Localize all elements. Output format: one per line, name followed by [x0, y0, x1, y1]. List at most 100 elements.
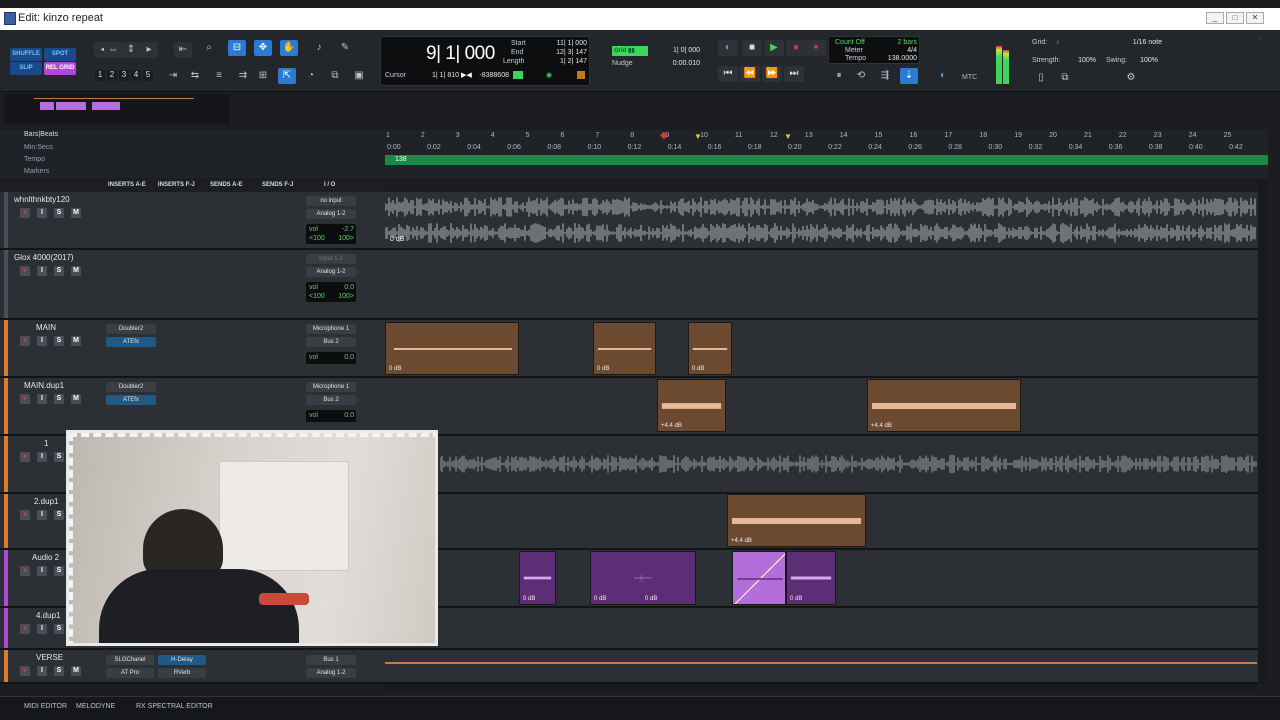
- track-output[interactable]: Bus 2: [306, 395, 356, 405]
- audio-clip[interactable]: +4.4 dB: [657, 379, 726, 432]
- grid-toggle[interactable]: Grid ▮▮: [612, 46, 648, 56]
- insert-slot[interactable]: ATEfx: [106, 337, 156, 347]
- track-output[interactable]: Analog 1-2: [306, 209, 356, 219]
- mute-button[interactable]: M: [71, 336, 81, 346]
- close-button[interactable]: ✕: [1246, 12, 1264, 24]
- search-icon[interactable]: ⌕: [200, 40, 218, 56]
- solo-button[interactable]: S: [54, 266, 64, 276]
- track-name[interactable]: MAIN: [36, 323, 56, 332]
- track-input[interactable]: Input 1-2: [306, 254, 356, 264]
- link-icon[interactable]: ⧉: [1056, 70, 1074, 86]
- audio-clip[interactable]: 0 dB: [385, 322, 519, 375]
- tab-rx-spectral-editor[interactable]: RX SPECTRAL EDITOR: [136, 703, 213, 710]
- mute-button[interactable]: M: [71, 266, 81, 276]
- strength-value[interactable]: 100%: [1074, 57, 1096, 64]
- trim-tool-icon[interactable]: ⊟: [228, 40, 246, 56]
- mute-button[interactable]: M: [71, 666, 81, 676]
- insert-slot[interactable]: SLGChanel: [106, 655, 154, 665]
- solo-button[interactable]: S: [54, 336, 64, 346]
- insert-slot[interactable]: H-Delay: [158, 655, 206, 665]
- input-monitor-button[interactable]: I: [37, 336, 47, 346]
- stop-icon[interactable]: ■: [742, 40, 762, 56]
- count-off-label[interactable]: Count Off: [835, 39, 865, 46]
- record-arm-icon[interactable]: ■: [806, 40, 826, 56]
- selection-end-marker[interactable]: ▼: [784, 132, 792, 141]
- zoom-preset-1[interactable]: 1: [95, 70, 105, 81]
- input-monitor-button[interactable]: I: [37, 666, 47, 676]
- collapse-icon[interactable]: ◌: [1258, 36, 1262, 43]
- record-enable-button[interactable]: ●: [20, 566, 30, 576]
- main-counter-value[interactable]: 9| 1| 000: [426, 43, 495, 65]
- tab-to-transient-icon[interactable]: ⇥: [164, 68, 182, 84]
- commands-focus-icon[interactable]: ⧉: [326, 68, 344, 84]
- link-timeline-icon[interactable]: ⇆: [186, 68, 204, 84]
- tab-melodyne[interactable]: MELODYNE: [76, 703, 115, 710]
- clip-gain-label[interactable]: 0 dB: [390, 236, 404, 243]
- swing-value[interactable]: 100%: [1136, 57, 1158, 64]
- midi-merge-icon[interactable]: ◐: [934, 68, 952, 84]
- tempo-value[interactable]: 138.0000: [879, 55, 917, 62]
- track-name[interactable]: Glox 4000(2017): [14, 253, 74, 262]
- solo-button[interactable]: S: [54, 452, 64, 462]
- record-mode-icon[interactable]: [577, 71, 585, 79]
- insertion-follows-icon[interactable]: ⇉: [234, 68, 252, 84]
- record-enable-button[interactable]: ●: [20, 394, 30, 404]
- link-track-icon[interactable]: ≡: [210, 68, 228, 84]
- zoom-in-icon[interactable]: ▸: [140, 42, 158, 58]
- insert-slot[interactable]: Doubler2: [106, 324, 156, 334]
- track-output[interactable]: Analog 1-2: [306, 267, 356, 277]
- grid-value[interactable]: 1| 0| 000: [654, 47, 700, 54]
- mute-button[interactable]: M: [71, 394, 81, 404]
- horizontal-zoom-icon[interactable]: ⇔: [104, 42, 122, 58]
- track-name[interactable]: 2.dup1: [34, 497, 58, 506]
- record-enable-button[interactable]: ●: [20, 208, 30, 218]
- mirror-midi-icon[interactable]: ⊞: [254, 68, 272, 84]
- track-name[interactable]: whnlthnkbty120: [14, 195, 70, 204]
- solo-button[interactable]: S: [54, 666, 64, 676]
- playhead-icon[interactable]: ◆: [660, 130, 668, 141]
- track-name[interactable]: VERSE: [36, 653, 63, 662]
- gear-icon[interactable]: ⚙: [1122, 70, 1140, 86]
- selector-tool-icon[interactable]: ✥: [254, 40, 272, 56]
- track-name[interactable]: 4.dup1: [36, 611, 60, 620]
- track-name[interactable]: MAIN.dup1: [24, 381, 64, 390]
- selection-start-marker[interactable]: ▼: [694, 132, 702, 141]
- automation-follows-icon[interactable]: ⇱: [278, 68, 296, 84]
- scrubber-tool-icon[interactable]: ♪: [310, 40, 328, 56]
- horizontal-scrollbar[interactable]: [385, 684, 1257, 692]
- fast-forward-icon[interactable]: ⏩: [762, 66, 782, 82]
- volume-pan-box[interactable]: vol 0.0 <100 100>: [306, 282, 356, 302]
- start-value[interactable]: 11| 1| 000: [541, 40, 587, 47]
- pencil-tool-icon[interactable]: ✎: [336, 40, 354, 56]
- solo-button[interactable]: S: [54, 624, 64, 634]
- loop-playback-icon[interactable]: ⏸: [830, 68, 848, 84]
- grabber-tool-icon[interactable]: ✋: [280, 40, 298, 56]
- volume-automation-line[interactable]: [385, 662, 1257, 664]
- selected-audio-clip[interactable]: [732, 551, 786, 605]
- input-monitor-button[interactable]: I: [37, 266, 47, 276]
- input-monitor-button[interactable]: I: [37, 510, 47, 520]
- solo-button[interactable]: S: [54, 510, 64, 520]
- insert-slot[interactable]: AT Pro: [106, 668, 154, 678]
- track-name[interactable]: 1: [44, 439, 48, 448]
- track-output[interactable]: Bus 2: [306, 337, 356, 347]
- slip-mode-button[interactable]: SLIP: [10, 62, 42, 75]
- record-enable-button[interactable]: ●: [20, 336, 30, 346]
- grid-panel-value[interactable]: 1/16 note: [1106, 39, 1162, 46]
- record-enable-button[interactable]: ●: [20, 266, 30, 276]
- record-enable-button[interactable]: ●: [20, 666, 30, 676]
- tempo-marker[interactable]: 138: [395, 156, 407, 163]
- audio-clip[interactable]: +4.4 dB: [867, 379, 1021, 432]
- record-enable-button[interactable]: ●: [20, 452, 30, 462]
- mute-button[interactable]: M: [71, 208, 81, 218]
- record-enable-button[interactable]: ●: [20, 624, 30, 634]
- track-output[interactable]: Analog 1-2: [306, 668, 356, 678]
- end-value[interactable]: 12| 3| 147: [541, 49, 587, 56]
- shuffle-mode-button[interactable]: SHUFFLE: [10, 48, 42, 61]
- zoom-preset-4[interactable]: 4: [131, 70, 141, 81]
- spot-mode-button[interactable]: SPOT: [44, 48, 76, 61]
- keyboard-focus-icon[interactable]: ◔: [302, 68, 320, 84]
- rewind-icon[interactable]: ⏪: [740, 66, 760, 82]
- zoom-preset-5[interactable]: 5: [143, 70, 153, 81]
- track-name[interactable]: Audio 2: [32, 553, 59, 562]
